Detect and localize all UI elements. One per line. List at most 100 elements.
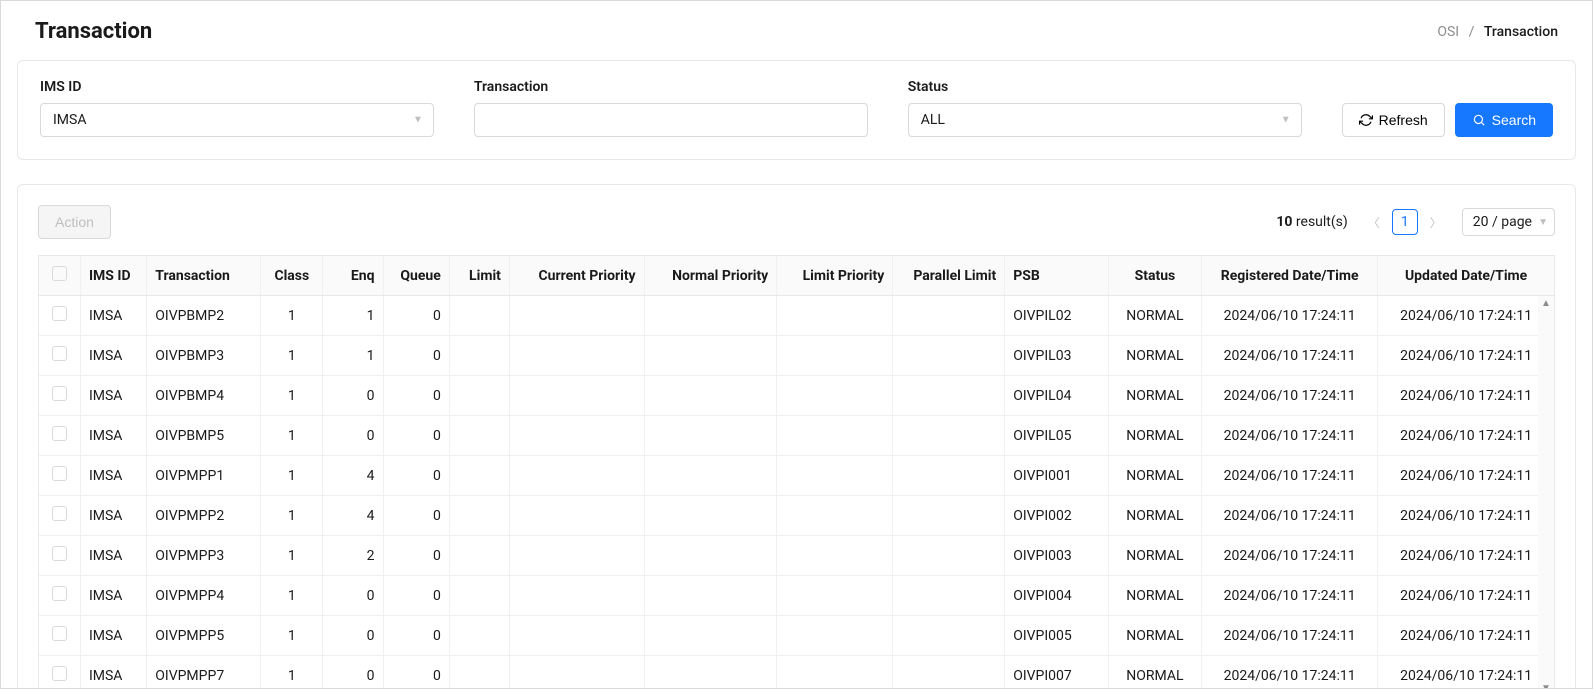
action-button[interactable]: Action bbox=[38, 205, 111, 239]
table-row[interactable]: IMSAOIVPMPP2140OIVPI002NORMAL2024/06/10 … bbox=[39, 496, 1554, 536]
cell-limit-priority bbox=[777, 376, 893, 416]
cell-parallel-limit bbox=[893, 296, 1005, 336]
cell-psb: OIVPI002 bbox=[1005, 496, 1109, 536]
cell-checkbox bbox=[39, 416, 80, 456]
table-row[interactable]: IMSAOIVPMPP5100OIVPI005NORMAL2024/06/10 … bbox=[39, 616, 1554, 656]
table-row[interactable]: IMSAOIVPMPP1140OIVPI001NORMAL2024/06/10 … bbox=[39, 456, 1554, 496]
table-row[interactable]: IMSAOIVPMPP7100OIVPI007NORMAL2024/06/10 … bbox=[39, 656, 1554, 689]
cell-status: NORMAL bbox=[1108, 576, 1201, 616]
row-checkbox[interactable] bbox=[52, 586, 67, 601]
cell-updated: 2024/06/10 17:24:11 bbox=[1378, 656, 1554, 689]
row-checkbox[interactable] bbox=[52, 466, 67, 481]
row-checkbox[interactable] bbox=[52, 306, 67, 321]
cell-limit bbox=[449, 296, 509, 336]
cell-ims-id: IMSA bbox=[80, 416, 146, 456]
row-checkbox[interactable] bbox=[52, 506, 67, 521]
chevron-down-icon: ▼ bbox=[1538, 217, 1548, 228]
col-header-normal-priority[interactable]: Normal Priority bbox=[644, 256, 777, 296]
cell-class: 1 bbox=[261, 656, 323, 689]
table-row[interactable]: IMSAOIVPBMP4100OIVPIL04NORMAL2024/06/10 … bbox=[39, 376, 1554, 416]
col-header-status[interactable]: Status bbox=[1108, 256, 1201, 296]
search-button[interactable]: Search bbox=[1455, 103, 1553, 137]
page-prev-button[interactable]: 〈 bbox=[1362, 210, 1386, 234]
cell-limit bbox=[449, 336, 509, 376]
row-checkbox[interactable] bbox=[52, 666, 67, 681]
cell-psb: OIVPI003 bbox=[1005, 536, 1109, 576]
col-header-current-priority[interactable]: Current Priority bbox=[509, 256, 644, 296]
table-row[interactable]: IMSAOIVPBMP2110OIVPIL02NORMAL2024/06/10 … bbox=[39, 296, 1554, 336]
cell-enq: 2 bbox=[323, 536, 383, 576]
ims-id-select[interactable]: IMSA ▼ bbox=[40, 103, 434, 137]
row-checkbox[interactable] bbox=[52, 546, 67, 561]
cell-transaction: OIVPMPP3 bbox=[147, 536, 261, 576]
cell-ims-id: IMSA bbox=[80, 656, 146, 689]
cell-queue: 0 bbox=[383, 376, 449, 416]
cell-current-priority bbox=[509, 336, 644, 376]
col-header-registered[interactable]: Registered Date/Time bbox=[1202, 256, 1378, 296]
cell-ims-id: IMSA bbox=[80, 496, 146, 536]
cell-transaction: OIVPBMP2 bbox=[147, 296, 261, 336]
cell-normal-priority bbox=[644, 616, 777, 656]
action-label: Action bbox=[55, 214, 94, 230]
cell-limit bbox=[449, 456, 509, 496]
table-row[interactable]: IMSAOIVPBMP5100OIVPIL05NORMAL2024/06/10 … bbox=[39, 416, 1554, 456]
table-row[interactable]: IMSAOIVPMPP3120OIVPI003NORMAL2024/06/10 … bbox=[39, 536, 1554, 576]
cell-enq: 0 bbox=[323, 376, 383, 416]
cell-status: NORMAL bbox=[1108, 536, 1201, 576]
row-checkbox[interactable] bbox=[52, 626, 67, 641]
cell-ims-id: IMSA bbox=[80, 616, 146, 656]
col-header-queue[interactable]: Queue bbox=[383, 256, 449, 296]
transaction-input[interactable] bbox=[474, 103, 868, 137]
cell-normal-priority bbox=[644, 576, 777, 616]
page-size-select[interactable]: 20 / page ▼ bbox=[1462, 208, 1555, 236]
page-next-button[interactable]: 〉 bbox=[1424, 210, 1448, 234]
select-all-checkbox[interactable] bbox=[52, 266, 67, 281]
result-count-number: 10 bbox=[1276, 214, 1292, 230]
cell-limit-priority bbox=[777, 336, 893, 376]
cell-checkbox bbox=[39, 536, 80, 576]
cell-psb: OIVPI001 bbox=[1005, 456, 1109, 496]
refresh-button[interactable]: Refresh bbox=[1342, 103, 1445, 137]
col-header-class[interactable]: Class bbox=[261, 256, 323, 296]
row-checkbox[interactable] bbox=[52, 346, 67, 361]
breadcrumb-separator: / bbox=[1469, 24, 1475, 40]
cell-parallel-limit bbox=[893, 576, 1005, 616]
cell-checkbox bbox=[39, 576, 80, 616]
cell-class: 1 bbox=[261, 616, 323, 656]
cell-current-priority bbox=[509, 536, 644, 576]
col-header-ims-id[interactable]: IMS ID bbox=[80, 256, 146, 296]
cell-parallel-limit bbox=[893, 536, 1005, 576]
cell-parallel-limit bbox=[893, 376, 1005, 416]
status-select[interactable]: ALL ▼ bbox=[908, 103, 1302, 137]
table-toolbar: Action 10 result(s) 〈 1 〉 20 / page ▼ bbox=[38, 205, 1555, 239]
breadcrumb-root[interactable]: OSI bbox=[1437, 24, 1459, 40]
cell-registered: 2024/06/10 17:24:11 bbox=[1202, 616, 1378, 656]
cell-limit-priority bbox=[777, 536, 893, 576]
col-header-limit[interactable]: Limit bbox=[449, 256, 509, 296]
vertical-scrollbar[interactable]: ▲ ▼ bbox=[1538, 296, 1554, 689]
cell-psb: OIVPIL02 bbox=[1005, 296, 1109, 336]
table-row[interactable]: IMSAOIVPBMP3110OIVPIL03NORMAL2024/06/10 … bbox=[39, 336, 1554, 376]
refresh-icon bbox=[1359, 113, 1373, 127]
row-checkbox[interactable] bbox=[52, 426, 67, 441]
col-header-psb[interactable]: PSB bbox=[1005, 256, 1109, 296]
row-checkbox[interactable] bbox=[52, 386, 67, 401]
col-header-updated[interactable]: Updated Date/Time bbox=[1378, 256, 1554, 296]
filter-actions: Refresh Search bbox=[1342, 103, 1553, 137]
cell-limit bbox=[449, 576, 509, 616]
col-header-enq[interactable]: Enq bbox=[323, 256, 383, 296]
cell-ims-id: IMSA bbox=[80, 336, 146, 376]
cell-limit-priority bbox=[777, 296, 893, 336]
cell-registered: 2024/06/10 17:24:11 bbox=[1202, 336, 1378, 376]
col-header-transaction[interactable]: Transaction bbox=[147, 256, 261, 296]
table-row[interactable]: IMSAOIVPMPP4100OIVPI004NORMAL2024/06/10 … bbox=[39, 576, 1554, 616]
app-container: Transaction OSI / Transaction IMS ID IMS… bbox=[0, 0, 1593, 689]
cell-parallel-limit bbox=[893, 416, 1005, 456]
cell-transaction: OIVPBMP5 bbox=[147, 416, 261, 456]
cell-status: NORMAL bbox=[1108, 376, 1201, 416]
cell-status: NORMAL bbox=[1108, 616, 1201, 656]
page-number[interactable]: 1 bbox=[1392, 209, 1418, 235]
col-header-limit-priority[interactable]: Limit Priority bbox=[777, 256, 893, 296]
cell-updated: 2024/06/10 17:24:11 bbox=[1378, 416, 1554, 456]
col-header-parallel-limit[interactable]: Parallel Limit bbox=[893, 256, 1005, 296]
